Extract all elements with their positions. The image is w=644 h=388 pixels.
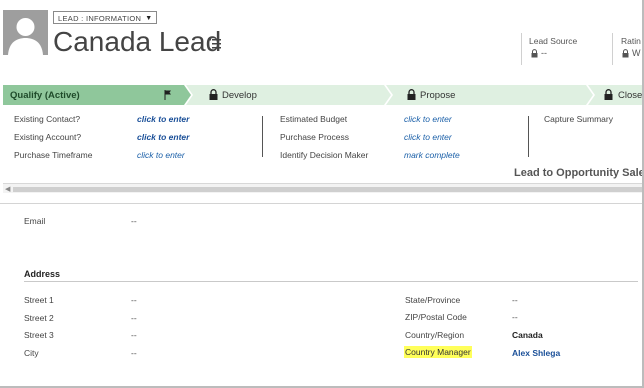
city-value[interactable]: -- [131,348,137,358]
step-value[interactable]: click to enter [137,114,189,124]
street1-value[interactable]: -- [131,295,137,305]
header-field-label: Lead Source [529,36,578,46]
stage-propose[interactable]: Propose [386,85,593,105]
form-selector[interactable]: LEAD : INFORMATION ▼ [53,11,158,24]
stage-label: Propose [420,89,456,101]
step-label: Existing Contact? [14,114,81,124]
form-selector-label: LEAD : INFORMATION [58,13,142,23]
stage-label: Develop [222,89,257,101]
column-separator [528,116,529,157]
step-label: Estimated Budget [280,114,348,124]
avatar-icon[interactable] [3,10,48,55]
header-separator [521,33,522,65]
step-value[interactable]: click to enter [404,132,452,142]
email-value[interactable]: -- [131,216,137,226]
country-label: Country/Region [405,330,465,340]
process-name: Lead to Opportunity Sale [514,167,644,179]
header-field-value-text: W [632,48,641,58]
step-label: Capture Summary [544,114,613,124]
city-label: City [24,348,39,358]
horizontal-scrollbar[interactable]: ◀ [3,183,642,193]
header-field-value: -- [531,48,547,58]
header-field-value: W [622,48,641,58]
street2-value[interactable]: -- [131,313,137,323]
lock-icon [209,89,218,100]
section-rule [24,281,638,282]
country-value[interactable]: Canada [512,330,543,340]
column-separator [262,116,263,157]
step-value[interactable]: click to enter [137,150,185,160]
step-label: Purchase Timeframe [14,150,93,160]
section-divider [0,203,642,204]
email-label: Email [24,216,46,226]
country-manager-label-text: Country Manager [404,346,472,358]
lock-icon [531,48,538,57]
list-menu-icon[interactable] [209,38,221,49]
scroll-thumb[interactable] [13,187,642,192]
step-value[interactable]: click to enter [404,114,452,124]
step-label: Identify Decision Maker [280,150,369,160]
step-label: Purchase Process [280,132,349,142]
state-value[interactable]: -- [512,295,518,305]
state-label: State/Province [405,295,461,305]
street3-label: Street 3 [24,330,54,340]
stage-develop[interactable]: Develop [186,85,391,105]
stage-close[interactable]: Close [588,85,643,105]
lead-form: LEAD : INFORMATION ▼ Canada Lead Lead So… [0,0,644,388]
zip-value[interactable]: -- [512,312,518,322]
address-section-title: Address [24,269,61,279]
country-manager-value[interactable]: Alex Shlega [512,348,560,358]
stage-qualify[interactable]: Qualify (Active) [3,85,191,105]
lock-icon [604,89,613,100]
flag-icon [164,90,171,100]
header-separator [612,33,613,65]
record-title: Canada Lead [53,26,222,57]
country-manager-label: Country Manager [404,346,472,358]
lock-icon [622,48,629,57]
scroll-left-icon[interactable]: ◀ [5,185,10,193]
stage-label: Qualify (Active) [10,89,80,101]
step-label: Existing Account? [14,132,82,142]
stage-label: Close [618,89,643,101]
process-bar: Qualify (Active) Develop Propose Close [3,85,643,105]
step-value[interactable]: click to enter [137,132,189,142]
lock-icon [407,89,416,100]
street3-value[interactable]: -- [131,330,137,340]
header-field-label: Ratin [621,36,641,46]
zip-label: ZIP/Postal Code [405,312,467,322]
step-value[interactable]: mark complete [404,150,460,160]
header-field-value-text: -- [541,48,547,58]
caret-down-icon: ▼ [145,14,153,22]
street2-label: Street 2 [24,313,54,323]
street1-label: Street 1 [24,295,54,305]
